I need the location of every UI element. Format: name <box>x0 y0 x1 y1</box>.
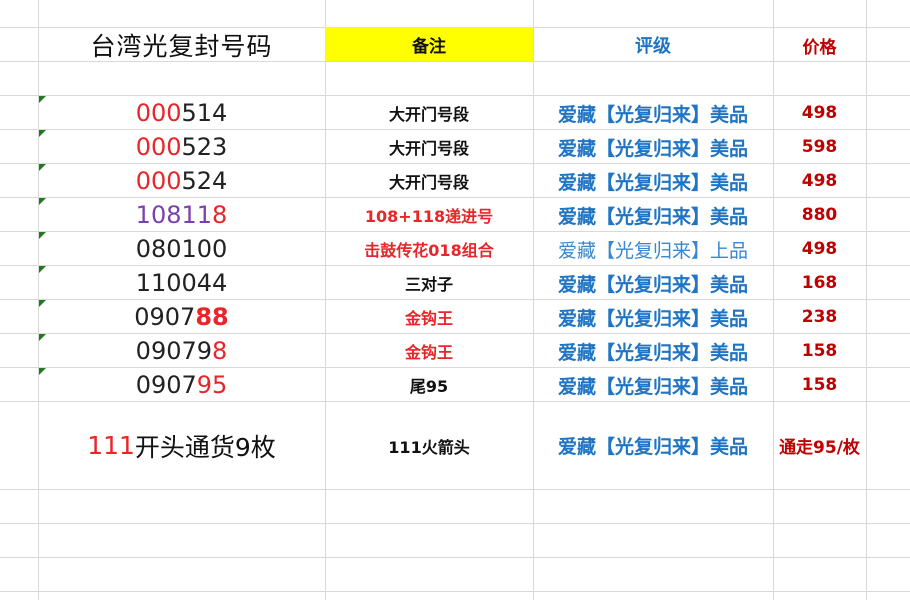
grade-cell[interactable]: 爱藏【光复归来】美品 <box>533 402 773 489</box>
serial-number-cell[interactable]: 0907 88 <box>38 300 325 334</box>
price-cell[interactable]: 880 <box>773 198 866 232</box>
remark-cell[interactable]: 金钩王 <box>325 300 533 334</box>
gridline <box>0 489 910 490</box>
gridline <box>0 591 910 592</box>
gridline <box>866 0 867 600</box>
serial-number-cell[interactable]: 09079 8 <box>38 334 325 368</box>
grade-cell[interactable]: 爱藏【光复归来】上品 <box>533 232 773 266</box>
price-cell[interactable]: 498 <box>773 164 866 198</box>
serial-number-cell[interactable]: 10811 8 <box>38 198 325 232</box>
serial-number-cell[interactable]: 000 524 <box>38 164 325 198</box>
grade-cell[interactable]: 爱藏【光复归来】美品 <box>533 96 773 130</box>
price-cell[interactable]: 498 <box>773 232 866 266</box>
spreadsheet: 台湾光复封号码 备注 评级 价格 000 514 大开门号段 爱藏【光复归来】美品… <box>0 0 910 600</box>
price-cell[interactable]: 通走95/枚 <box>773 402 866 489</box>
remark-cell[interactable]: 击鼓传花018组合 <box>325 232 533 266</box>
grade-cell[interactable]: 爱藏【光复归来】美品 <box>533 334 773 368</box>
page-title[interactable]: 台湾光复封号码 <box>38 28 325 62</box>
grade-cell[interactable]: 爱藏【光复归来】美品 <box>533 266 773 300</box>
bulk-lot-cell[interactable]: 111 开头通货9枚 <box>38 402 325 489</box>
gridline <box>0 523 910 524</box>
header-price[interactable]: 价格 <box>773 28 866 62</box>
serial-number-cell[interactable]: 0907 95 <box>38 368 325 402</box>
grade-cell[interactable]: 爱藏【光复归来】美品 <box>533 198 773 232</box>
serial-number-cell[interactable]: 000 523 <box>38 130 325 164</box>
grade-cell[interactable]: 爱藏【光复归来】美品 <box>533 164 773 198</box>
remark-cell[interactable]: 尾95 <box>325 368 533 402</box>
remark-cell[interactable]: 金钩王 <box>325 334 533 368</box>
price-cell[interactable]: 498 <box>773 96 866 130</box>
remark-cell[interactable]: 111火箭头 <box>325 402 533 489</box>
price-cell[interactable]: 158 <box>773 368 866 402</box>
price-cell[interactable]: 238 <box>773 300 866 334</box>
remark-cell[interactable]: 大开门号段 <box>325 164 533 198</box>
price-cell[interactable]: 158 <box>773 334 866 368</box>
gridline <box>0 557 910 558</box>
serial-number-cell[interactable]: 000 514 <box>38 96 325 130</box>
price-cell[interactable]: 168 <box>773 266 866 300</box>
serial-number-cell[interactable]: 110044 <box>38 266 325 300</box>
grade-cell[interactable]: 爱藏【光复归来】美品 <box>533 130 773 164</box>
grade-cell[interactable]: 爱藏【光复归来】美品 <box>533 300 773 334</box>
serial-number-cell[interactable]: 080100 <box>38 232 325 266</box>
gridline <box>866 402 867 489</box>
price-cell[interactable]: 598 <box>773 130 866 164</box>
remark-cell[interactable]: 三对子 <box>325 266 533 300</box>
remark-cell[interactable]: 108+118递进号 <box>325 198 533 232</box>
grade-cell[interactable]: 爱藏【光复归来】美品 <box>533 368 773 402</box>
header-grade[interactable]: 评级 <box>533 28 773 62</box>
remark-cell[interactable]: 大开门号段 <box>325 96 533 130</box>
remark-cell[interactable]: 大开门号段 <box>325 130 533 164</box>
header-remark[interactable]: 备注 <box>325 27 533 61</box>
